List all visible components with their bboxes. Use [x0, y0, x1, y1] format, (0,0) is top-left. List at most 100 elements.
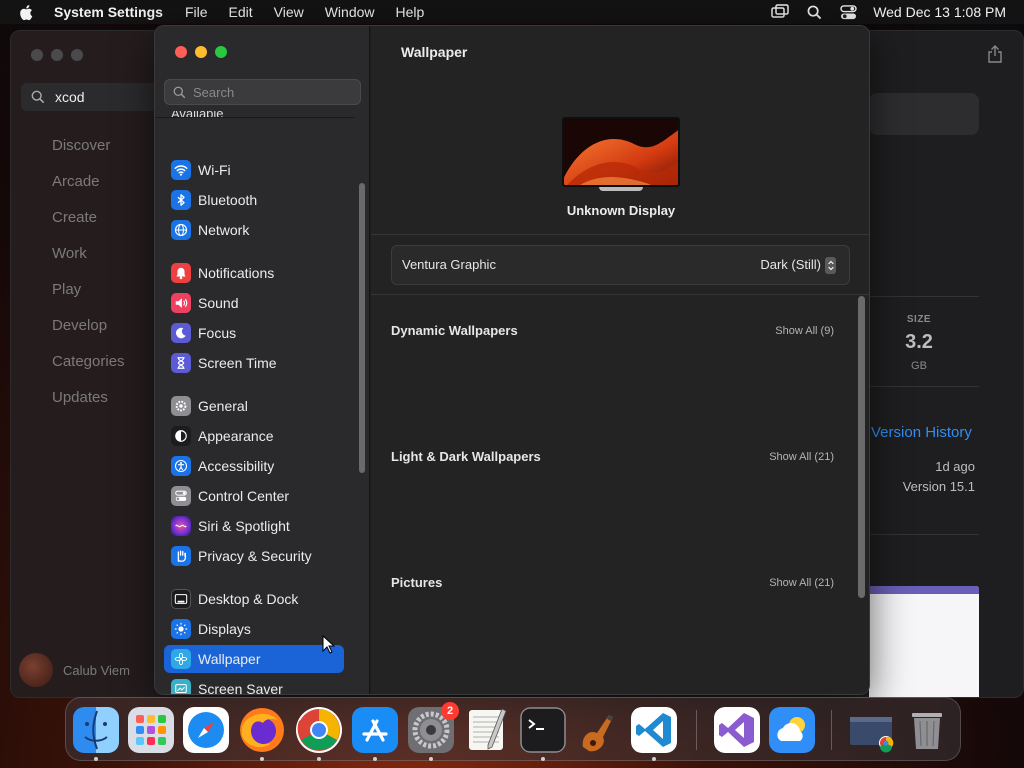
sidebar-item-desktop-dock[interactable]: Desktop & Dock: [164, 585, 344, 613]
sidebar-item-general[interactable]: General: [164, 392, 344, 420]
account-button[interactable]: Calub Viem: [19, 653, 130, 687]
show-all-pictures-button[interactable]: Show All (21): [769, 577, 834, 589]
sidebar-item-network[interactable]: Network: [164, 216, 344, 244]
get-button-area[interactable]: [869, 93, 979, 135]
page-title: Wallpaper: [401, 44, 468, 60]
sidebar-item-screen-time[interactable]: Screen Time: [164, 349, 344, 377]
size-value: 3.2: [905, 331, 933, 353]
display-preview-image[interactable]: [562, 117, 680, 187]
wallpaper-name: Ventura Graphic: [402, 257, 496, 272]
menu-view[interactable]: View: [274, 4, 304, 20]
settings-search-input[interactable]: [193, 84, 353, 100]
dock-instruments[interactable]: [575, 707, 621, 753]
sidebar-item-accessibility[interactable]: Accessibility: [164, 452, 344, 480]
pane-scrollbar[interactable]: [858, 296, 865, 598]
chrome-icon: [297, 709, 340, 751]
gear-icon: [171, 396, 191, 416]
accessibility-icon: [171, 456, 191, 476]
nav-updates[interactable]: Updates: [52, 388, 125, 424]
dock-vscode[interactable]: [631, 707, 677, 753]
toggles-icon: [171, 486, 191, 506]
zoom-button-inactive[interactable]: [71, 49, 83, 61]
sidebar-item-bluetooth[interactable]: Bluetooth: [164, 186, 344, 214]
cut-off-sidebar-item[interactable]: Available: [171, 111, 224, 121]
menu-file[interactable]: File: [185, 4, 208, 20]
nav-categories[interactable]: Categories: [52, 352, 125, 388]
settings-list: Available Wi-Fi Bluetooth Network Notifi…: [155, 111, 355, 694]
dock-minimized-chrome-window[interactable]: [848, 707, 894, 753]
notification-badge: 2: [441, 702, 459, 720]
group-divider: [155, 117, 355, 118]
dock-terminal[interactable]: [520, 707, 566, 753]
dock-weather[interactable]: [769, 707, 815, 753]
avatar: [19, 653, 53, 687]
show-all-light-dark-button[interactable]: Show All (21): [769, 451, 834, 463]
minimize-button-inactive[interactable]: [51, 49, 63, 61]
flower-icon: [171, 649, 191, 669]
sidebar-item-screen-saver[interactable]: Screen Saver: [164, 675, 344, 694]
popup-chevron-icon[interactable]: [825, 257, 836, 274]
show-all-dynamic-button[interactable]: Show All (9): [775, 325, 834, 337]
close-button-inactive[interactable]: [31, 49, 43, 61]
dock-firefox[interactable]: [239, 707, 285, 753]
menu-app-name[interactable]: System Settings: [54, 4, 163, 20]
nav-play[interactable]: Play: [52, 280, 125, 316]
info-divider: [869, 386, 979, 387]
nav-arcade[interactable]: Arcade: [52, 172, 125, 208]
sidebar-item-control-center[interactable]: Control Center: [164, 482, 344, 510]
minimize-button[interactable]: [195, 46, 207, 58]
dock-chrome[interactable]: [296, 707, 342, 753]
sidebar-item-sound[interactable]: Sound: [164, 289, 344, 317]
version-history-link[interactable]: Version History: [871, 424, 972, 441]
sidebar-item-label: Focus: [198, 325, 237, 341]
dock-trash[interactable]: [904, 707, 950, 753]
zoom-button[interactable]: [215, 46, 227, 58]
sidebar-item-privacy[interactable]: Privacy & Security: [164, 542, 344, 570]
nav-develop[interactable]: Develop: [52, 316, 125, 352]
sidebar-item-notifications[interactable]: Notifications: [164, 259, 344, 287]
dock-launchpad[interactable]: [128, 707, 174, 753]
vscode-icon: [631, 707, 677, 753]
sidebar-item-label: Privacy & Security: [198, 548, 312, 564]
settings-search-field[interactable]: [164, 79, 361, 105]
nav-discover[interactable]: Discover: [52, 136, 125, 172]
dock-visual-studio[interactable]: [714, 707, 760, 753]
wallpaper-mode-value[interactable]: Dark (Still): [760, 257, 821, 272]
nav-work[interactable]: Work: [52, 244, 125, 280]
sidebar-item-label: Sound: [198, 295, 239, 311]
sidebar-item-label: Desktop & Dock: [198, 591, 299, 607]
spotlight-icon[interactable]: [805, 3, 823, 21]
close-button[interactable]: [175, 46, 187, 58]
dock-safari[interactable]: [183, 707, 229, 753]
menu-clock[interactable]: Wed Dec 13 1:08 PM: [873, 4, 1006, 20]
menu-window[interactable]: Window: [325, 4, 375, 20]
apple-menu-icon[interactable]: [18, 4, 36, 21]
size-label: SIZE: [906, 314, 932, 325]
safari-icon: [183, 707, 229, 753]
screen-mirroring-icon[interactable]: [771, 3, 789, 21]
running-indicator: [94, 757, 98, 761]
size-unit: GB: [911, 360, 927, 372]
sidebar-item-displays[interactable]: Displays: [164, 615, 344, 643]
dock-finder[interactable]: [73, 707, 119, 753]
sidebar-scrollbar[interactable]: [359, 183, 365, 473]
siri-icon: [171, 516, 191, 536]
sidebar-item-label: Wi-Fi: [198, 162, 231, 178]
info-divider: [869, 534, 979, 535]
nav-create[interactable]: Create: [52, 208, 125, 244]
share-icon[interactable]: [987, 45, 1003, 63]
sidebar-item-focus[interactable]: Focus: [164, 319, 344, 347]
sidebar-item-siri[interactable]: Siri & Spotlight: [164, 512, 344, 540]
textedit-icon: [469, 708, 507, 750]
app-store-search-field[interactable]: xcod: [21, 83, 161, 111]
screenshot-thumbnail[interactable]: [869, 586, 979, 697]
sidebar-item-wallpaper[interactable]: Wallpaper: [164, 645, 344, 673]
sidebar-item-wifi[interactable]: Wi-Fi: [164, 156, 344, 184]
control-center-icon[interactable]: [839, 3, 857, 21]
menu-help[interactable]: Help: [396, 4, 425, 20]
dock-app-store[interactable]: [352, 707, 398, 753]
sidebar-item-appearance[interactable]: Appearance: [164, 422, 344, 450]
dock-textedit[interactable]: [464, 707, 510, 753]
version-number: Version 15.1: [902, 479, 975, 494]
menu-edit[interactable]: Edit: [229, 4, 253, 20]
